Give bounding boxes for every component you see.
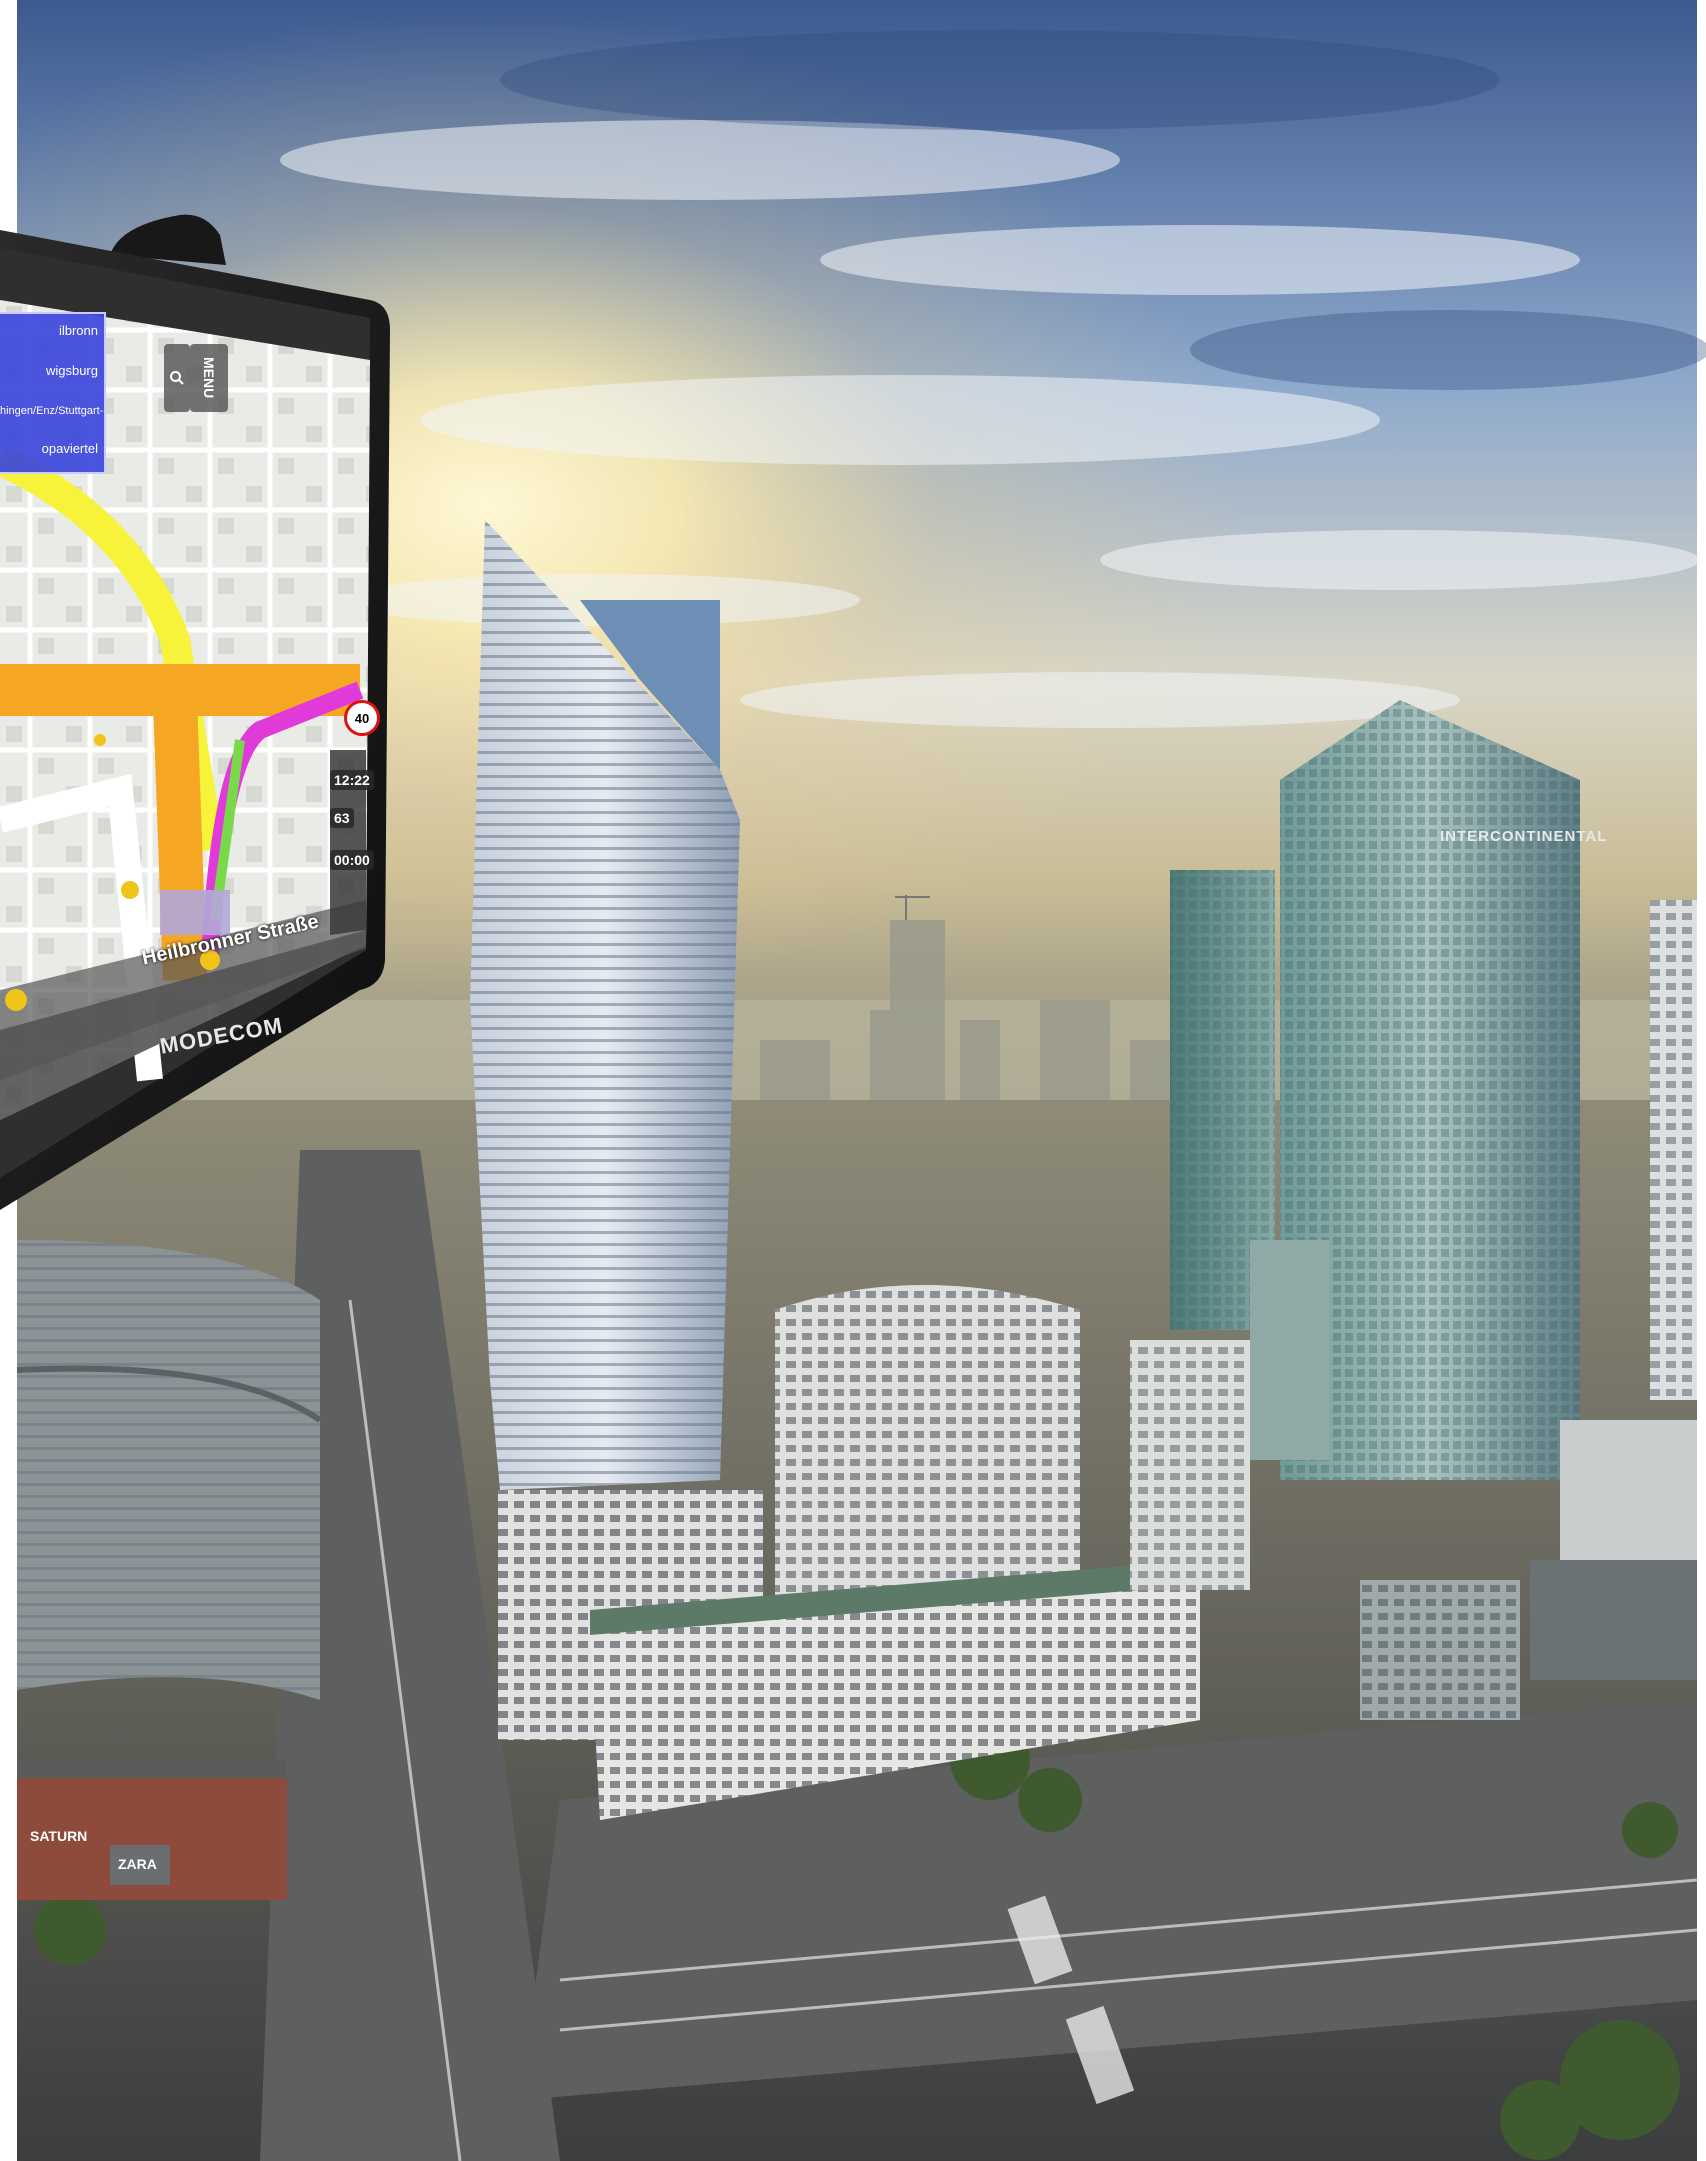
- hotel-sign: INTERCONTINENTAL: [1440, 828, 1608, 845]
- city-scene: [0, 0, 1706, 2161]
- menu-button[interactable]: MENU: [190, 344, 228, 412]
- eta-readout: 00:00: [330, 850, 374, 870]
- store-sign: SATURN: [30, 1828, 88, 1844]
- destination-list[interactable]: ilbronn wigsburg hingen/Enz/Stuttgart-No…: [0, 312, 106, 474]
- store-sign: ZARA: [118, 1856, 157, 1872]
- destination-item[interactable]: wigsburg: [0, 364, 98, 377]
- destination-item[interactable]: ilbronn: [0, 324, 98, 337]
- clock-readout: 12:22: [330, 770, 374, 790]
- distance-readout: 63: [330, 808, 354, 828]
- search-icon: [170, 371, 184, 385]
- destination-item[interactable]: hingen/Enz/Stuttgart-Nord: [0, 406, 104, 417]
- destination-item[interactable]: opaviertel: [0, 442, 98, 455]
- map-search-button[interactable]: [164, 344, 190, 412]
- speed-limit-sign: 40: [344, 700, 380, 736]
